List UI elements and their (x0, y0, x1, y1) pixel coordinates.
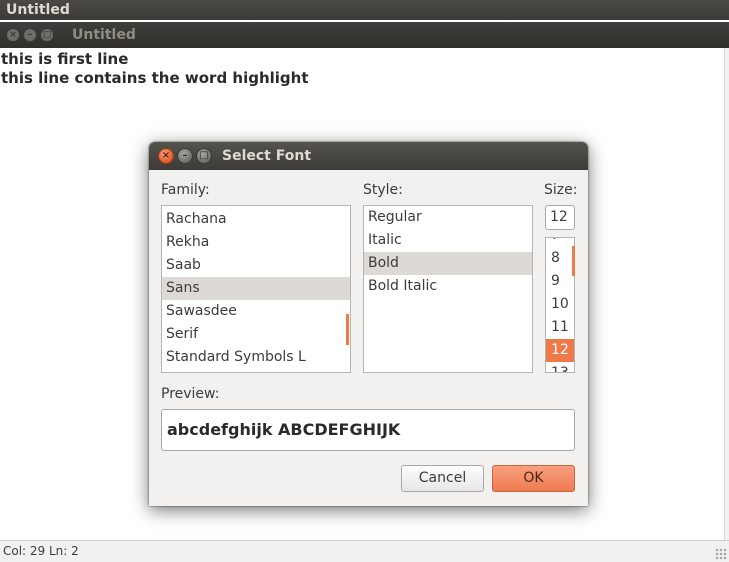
editor-scrollbar[interactable] (724, 48, 729, 540)
preview-label: Preview: (161, 386, 220, 402)
size-input[interactable]: 12 (545, 205, 575, 230)
select-font-dialog: × – □ Select Font Family: Style: Size: R… (149, 142, 588, 506)
style-item[interactable]: Italic (364, 229, 532, 252)
size-item[interactable]: 8 (546, 247, 574, 270)
size-item[interactable]: 7 (546, 238, 574, 247)
size-scroll-indicator[interactable] (572, 246, 575, 276)
family-scroll-indicator[interactable] (346, 314, 349, 345)
size-item[interactable]: 10 (546, 293, 574, 316)
preview-field[interactable]: abcdefghijk ABCDEFGHIJK (161, 409, 575, 451)
style-item[interactable]: Bold Italic (364, 275, 532, 298)
window-maximize-icon[interactable]: □ (40, 28, 54, 42)
style-label: Style: (363, 182, 403, 198)
editor-title: Untitled (72, 27, 136, 43)
style-list[interactable]: Regular Italic Bold Bold Italic (363, 205, 533, 373)
status-text: Col: 29 Ln: 2 (3, 544, 79, 558)
editor-titlebar[interactable]: × – □ Untitled (0, 22, 729, 48)
size-item[interactable]: 13 (546, 362, 574, 372)
family-item-selected[interactable]: Sans (162, 277, 350, 300)
family-list[interactable]: Rachana Rekha Saab Sans Sawasdee Serif S… (161, 205, 351, 373)
size-item-selected[interactable]: 12 (546, 339, 574, 362)
top-panel-title: Untitled (6, 2, 70, 18)
window-minimize-icon[interactable]: – (23, 28, 37, 42)
dialog-minimize-icon[interactable]: – (177, 148, 193, 164)
resize-grip-icon[interactable] (715, 548, 727, 560)
window-close-icon[interactable]: × (6, 28, 20, 42)
family-label: Family: (161, 182, 210, 198)
ok-button[interactable]: OK (492, 465, 575, 492)
family-item[interactable]: Rekha (162, 231, 350, 254)
size-item[interactable]: 11 (546, 316, 574, 339)
style-item-selected[interactable]: Bold (364, 252, 532, 275)
size-list[interactable]: 7 8 9 10 11 12 13 (545, 237, 575, 373)
family-item[interactable]: Sawasdee (162, 300, 350, 323)
dialog-close-icon[interactable]: × (158, 148, 174, 164)
dialog-titlebar[interactable]: × – □ Select Font (149, 142, 588, 170)
family-item[interactable]: Rachana (162, 208, 350, 231)
editor-line-2[interactable]: this line contains the word highlight (1, 69, 722, 88)
style-item[interactable]: Regular (364, 206, 532, 229)
family-item[interactable]: Saab (162, 254, 350, 277)
size-label: Size: (544, 182, 578, 198)
cancel-button[interactable]: Cancel (401, 465, 484, 492)
size-item[interactable]: 9 (546, 270, 574, 293)
dialog-maximize-icon[interactable]: □ (196, 148, 212, 164)
family-item[interactable]: Standard Symbols L (162, 346, 350, 369)
family-item[interactable]: Serif (162, 323, 350, 346)
status-bar: Col: 29 Ln: 2 (0, 540, 729, 562)
dialog-title: Select Font (222, 148, 312, 164)
editor-line-1[interactable]: this is first line (1, 50, 722, 69)
top-panel: Untitled (0, 0, 729, 20)
